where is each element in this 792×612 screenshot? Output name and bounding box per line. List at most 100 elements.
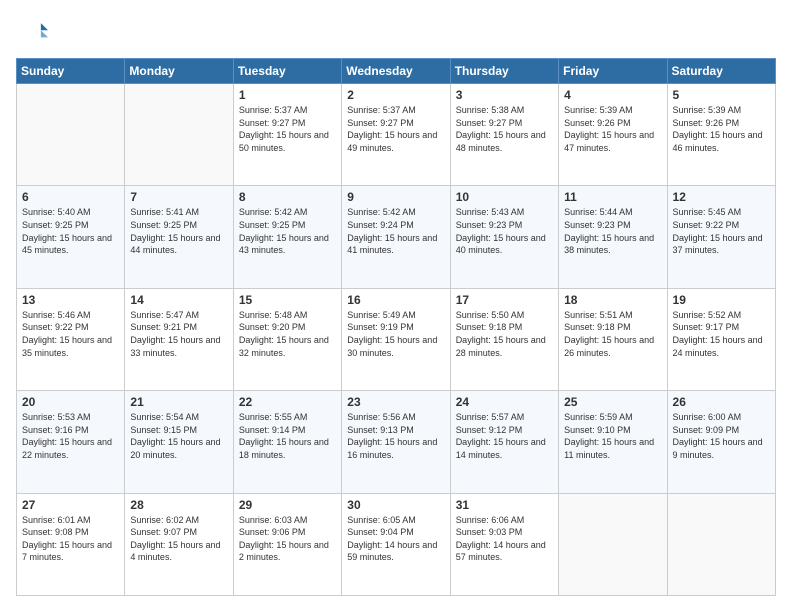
cell-info: Sunrise: 5:38 AM Sunset: 9:27 PM Dayligh… — [456, 104, 553, 154]
day-number: 1 — [239, 88, 336, 102]
cell-info: Sunrise: 5:42 AM Sunset: 9:25 PM Dayligh… — [239, 206, 336, 256]
calendar-weekday-sunday: Sunday — [17, 59, 125, 84]
day-number: 27 — [22, 498, 119, 512]
cell-info: Sunrise: 6:06 AM Sunset: 9:03 PM Dayligh… — [456, 514, 553, 564]
day-number: 20 — [22, 395, 119, 409]
calendar-cell: 30Sunrise: 6:05 AM Sunset: 9:04 PM Dayli… — [342, 493, 450, 595]
calendar-weekday-tuesday: Tuesday — [233, 59, 341, 84]
cell-info: Sunrise: 5:45 AM Sunset: 9:22 PM Dayligh… — [673, 206, 770, 256]
calendar-cell: 25 Sunrise: 5:59 AM Sunset: 9:10 PM Dayli… — [559, 391, 667, 493]
cell-info: Sunrise: 5:49 AM Sunset: 9:19 PM Dayligh… — [347, 309, 444, 359]
cell-info: Sunrise: 5:50 AM Sunset: 9:18 PM Dayligh… — [456, 309, 553, 359]
calendar-week-row-3: 13 Sunrise: 5:46 AM Sunset: 9:22 PM Dayli… — [17, 288, 776, 390]
calendar-cell: 13 Sunrise: 5:46 AM Sunset: 9:22 PM Dayli… — [17, 288, 125, 390]
calendar-cell: 12Sunrise: 5:45 AM Sunset: 9:22 PM Dayli… — [667, 186, 775, 288]
calendar-cell: 22Sunrise: 5:55 AM Sunset: 9:14 PM Dayli… — [233, 391, 341, 493]
page: SundayMondayTuesdayWednesdayThursdayFrid… — [0, 0, 792, 612]
day-number: 29 — [239, 498, 336, 512]
day-number: 23 — [347, 395, 444, 409]
calendar-weekday-thursday: Thursday — [450, 59, 558, 84]
calendar-cell: 31 Sunrise: 6:06 AM Sunset: 9:03 PM Dayli… — [450, 493, 558, 595]
calendar-cell: 1 Sunrise: 5:37 AM Sunset: 9:27 PM Daylig… — [233, 84, 341, 186]
day-number: 30 — [347, 498, 444, 512]
calendar-cell: 18Sunrise: 5:51 AM Sunset: 9:18 PM Dayli… — [559, 288, 667, 390]
calendar-cell: 27 Sunrise: 6:01 AM Sunset: 9:08 PM Dayli… — [17, 493, 125, 595]
calendar-cell: 4 Sunrise: 5:39 AM Sunset: 9:26 PM Daylig… — [559, 84, 667, 186]
calendar-cell: 3 Sunrise: 5:38 AM Sunset: 9:27 PM Daylig… — [450, 84, 558, 186]
day-number: 19 — [673, 293, 770, 307]
calendar-cell: 21 Sunrise: 5:54 AM Sunset: 9:15 PM Dayli… — [125, 391, 233, 493]
cell-info: Sunrise: 5:56 AM Sunset: 9:13 PM Dayligh… — [347, 411, 444, 461]
calendar-cell: 6 Sunrise: 5:40 AM Sunset: 9:25 PM Daylig… — [17, 186, 125, 288]
calendar-cell: 15 Sunrise: 5:48 AM Sunset: 9:20 PM Dayli… — [233, 288, 341, 390]
cell-info: Sunrise: 5:59 AM Sunset: 9:10 PM Dayligh… — [564, 411, 661, 461]
cell-info: Sunrise: 5:43 AM Sunset: 9:23 PM Dayligh… — [456, 206, 553, 256]
cell-info: Sunrise: 5:57 AM Sunset: 9:12 PM Dayligh… — [456, 411, 553, 461]
calendar-table: SundayMondayTuesdayWednesdayThursdayFrid… — [16, 58, 776, 596]
day-number: 9 — [347, 190, 444, 204]
day-number: 15 — [239, 293, 336, 307]
day-number: 8 — [239, 190, 336, 204]
logo-icon — [16, 16, 48, 48]
calendar-cell — [125, 84, 233, 186]
calendar-weekday-friday: Friday — [559, 59, 667, 84]
day-number: 25 — [564, 395, 661, 409]
cell-info: Sunrise: 5:40 AM Sunset: 9:25 PM Dayligh… — [22, 206, 119, 256]
calendar-cell: 7Sunrise: 5:41 AM Sunset: 9:25 PM Daylig… — [125, 186, 233, 288]
calendar-cell: 20 Sunrise: 5:53 AM Sunset: 9:16 PM Dayli… — [17, 391, 125, 493]
calendar-cell: 29 Sunrise: 6:03 AM Sunset: 9:06 PM Dayli… — [233, 493, 341, 595]
calendar-cell: 8 Sunrise: 5:42 AM Sunset: 9:25 PM Daylig… — [233, 186, 341, 288]
cell-info: Sunrise: 6:02 AM Sunset: 9:07 PM Dayligh… — [130, 514, 227, 564]
day-number: 5 — [673, 88, 770, 102]
day-number: 21 — [130, 395, 227, 409]
day-number: 11 — [564, 190, 661, 204]
day-number: 3 — [456, 88, 553, 102]
cell-info: Sunrise: 5:42 AM Sunset: 9:24 PM Dayligh… — [347, 206, 444, 256]
calendar-cell: 11 Sunrise: 5:44 AM Sunset: 9:23 PM Dayli… — [559, 186, 667, 288]
header — [16, 16, 776, 48]
cell-info: Sunrise: 5:53 AM Sunset: 9:16 PM Dayligh… — [22, 411, 119, 461]
cell-info: Sunrise: 5:47 AM Sunset: 9:21 PM Dayligh… — [130, 309, 227, 359]
calendar-header-row: SundayMondayTuesdayWednesdayThursdayFrid… — [17, 59, 776, 84]
calendar-cell: 17 Sunrise: 5:50 AM Sunset: 9:18 PM Dayli… — [450, 288, 558, 390]
day-number: 4 — [564, 88, 661, 102]
logo — [16, 16, 52, 48]
cell-info: Sunrise: 6:00 AM Sunset: 9:09 PM Dayligh… — [673, 411, 770, 461]
calendar-cell: 23 Sunrise: 5:56 AM Sunset: 9:13 PM Dayli… — [342, 391, 450, 493]
cell-info: Sunrise: 5:54 AM Sunset: 9:15 PM Dayligh… — [130, 411, 227, 461]
day-number: 24 — [456, 395, 553, 409]
day-number: 31 — [456, 498, 553, 512]
cell-info: Sunrise: 5:55 AM Sunset: 9:14 PM Dayligh… — [239, 411, 336, 461]
calendar-week-row-5: 27 Sunrise: 6:01 AM Sunset: 9:08 PM Dayli… — [17, 493, 776, 595]
calendar-cell — [559, 493, 667, 595]
calendar-week-row-4: 20 Sunrise: 5:53 AM Sunset: 9:16 PM Dayli… — [17, 391, 776, 493]
cell-info: Sunrise: 5:46 AM Sunset: 9:22 PM Dayligh… — [22, 309, 119, 359]
cell-info: Sunrise: 5:48 AM Sunset: 9:20 PM Dayligh… — [239, 309, 336, 359]
calendar-cell — [17, 84, 125, 186]
calendar-cell: 24 Sunrise: 5:57 AM Sunset: 9:12 PM Dayli… — [450, 391, 558, 493]
day-number: 7 — [130, 190, 227, 204]
calendar-cell: 16 Sunrise: 5:49 AM Sunset: 9:19 PM Dayli… — [342, 288, 450, 390]
cell-info: Sunrise: 5:39 AM Sunset: 9:26 PM Dayligh… — [564, 104, 661, 154]
calendar-cell: 19 Sunrise: 5:52 AM Sunset: 9:17 PM Dayli… — [667, 288, 775, 390]
day-number: 6 — [22, 190, 119, 204]
calendar-weekday-monday: Monday — [125, 59, 233, 84]
cell-info: Sunrise: 5:39 AM Sunset: 9:26 PM Dayligh… — [673, 104, 770, 154]
cell-info: Sunrise: 5:44 AM Sunset: 9:23 PM Dayligh… — [564, 206, 661, 256]
day-number: 17 — [456, 293, 553, 307]
calendar-week-row-2: 6 Sunrise: 5:40 AM Sunset: 9:25 PM Daylig… — [17, 186, 776, 288]
day-number: 26 — [673, 395, 770, 409]
day-number: 18 — [564, 293, 661, 307]
day-number: 16 — [347, 293, 444, 307]
cell-info: Sunrise: 5:37 AM Sunset: 9:27 PM Dayligh… — [239, 104, 336, 154]
cell-info: Sunrise: 6:03 AM Sunset: 9:06 PM Dayligh… — [239, 514, 336, 564]
calendar-weekday-wednesday: Wednesday — [342, 59, 450, 84]
calendar-cell: 28Sunrise: 6:02 AM Sunset: 9:07 PM Dayli… — [125, 493, 233, 595]
calendar-cell — [667, 493, 775, 595]
day-number: 13 — [22, 293, 119, 307]
calendar-weekday-saturday: Saturday — [667, 59, 775, 84]
cell-info: Sunrise: 6:01 AM Sunset: 9:08 PM Dayligh… — [22, 514, 119, 564]
calendar-cell: 26 Sunrise: 6:00 AM Sunset: 9:09 PM Dayli… — [667, 391, 775, 493]
calendar-cell: 10Sunrise: 5:43 AM Sunset: 9:23 PM Dayli… — [450, 186, 558, 288]
cell-info: Sunrise: 5:52 AM Sunset: 9:17 PM Dayligh… — [673, 309, 770, 359]
